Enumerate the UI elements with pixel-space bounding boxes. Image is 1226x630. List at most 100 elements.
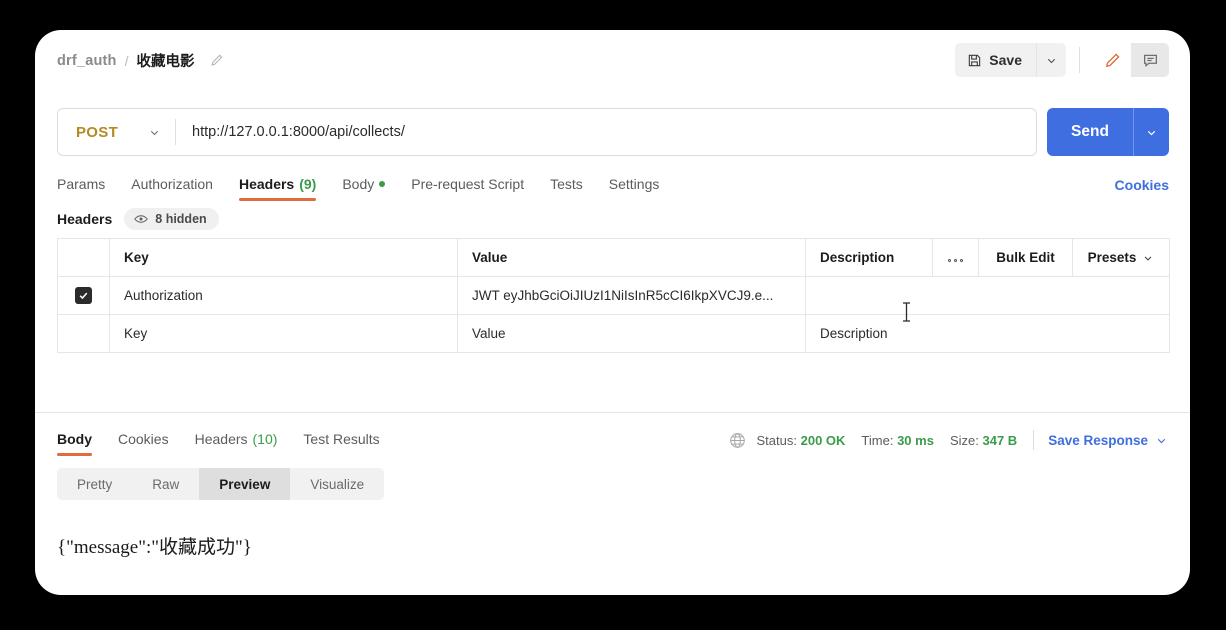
pencil-icon xyxy=(1104,52,1121,69)
view-mode-visualize[interactable]: Visualize xyxy=(290,468,384,500)
presets-cell: Presets xyxy=(1074,250,1169,265)
comment-button[interactable] xyxy=(1131,43,1169,77)
url-bar: POST xyxy=(57,108,1037,156)
tab-settings[interactable]: Settings xyxy=(609,170,660,201)
breadcrumb-request-name[interactable]: 收藏电影 xyxy=(137,50,195,71)
response-tab-headers-label: Headers xyxy=(194,430,248,447)
body-modified-dot-icon xyxy=(379,180,386,187)
method-label: POST xyxy=(76,123,119,141)
select-all-column xyxy=(57,238,110,277)
toolbar-divider xyxy=(1079,47,1080,73)
empty-row-description[interactable]: Description xyxy=(805,314,1170,353)
tab-pre-request-script[interactable]: Pre-request Script xyxy=(411,170,524,201)
hidden-headers-toggle[interactable]: 8 hidden xyxy=(124,208,219,230)
response-divider xyxy=(35,412,1190,413)
column-value: Value xyxy=(457,238,806,277)
tab-body[interactable]: Body xyxy=(342,170,386,201)
tab-body-label: Body xyxy=(342,175,375,192)
save-response-button[interactable]: Save Response xyxy=(1048,433,1168,448)
method-selector[interactable]: POST xyxy=(58,109,175,155)
size-label: Size: xyxy=(949,432,979,448)
response-tab-body-label: Body xyxy=(57,430,92,447)
save-button[interactable]: Save xyxy=(955,43,1036,77)
globe-icon xyxy=(729,432,746,449)
tab-headers-count: (9) xyxy=(299,175,317,192)
save-response-label: Save Response xyxy=(1048,432,1148,448)
empty-row-checkbox-cell[interactable] xyxy=(57,314,110,353)
response-tab-test-results[interactable]: Test Results xyxy=(303,425,379,456)
save-button-group: Save xyxy=(955,43,1066,77)
tab-pre-request-script-label: Pre-request Script xyxy=(411,175,525,192)
save-button-label: Save xyxy=(989,52,1022,68)
send-dropdown-button[interactable] xyxy=(1133,108,1169,156)
presets-button[interactable]: Presets xyxy=(1072,238,1170,277)
chevron-down-icon xyxy=(1045,54,1058,67)
comment-icon xyxy=(1142,52,1159,69)
status-value: 200 OK xyxy=(800,432,846,448)
response-tab-body[interactable]: Body xyxy=(57,425,92,456)
tab-authorization[interactable]: Authorization xyxy=(131,170,213,201)
bulk-edit-button[interactable]: Bulk Edit xyxy=(978,238,1073,277)
view-mode-preview[interactable]: Preview xyxy=(199,468,291,500)
headers-label: Headers xyxy=(57,211,113,227)
time-label: Time: xyxy=(861,432,894,448)
table-row: Authorization JWT eyJhbGciOiJIUzI1NiIsIn… xyxy=(57,276,1170,315)
size-value: 347 B xyxy=(982,432,1018,448)
tab-headers-label: Headers xyxy=(238,175,295,192)
presets-label: Presets xyxy=(1087,250,1137,265)
breadcrumb: drf_auth / 收藏电影 xyxy=(57,50,224,71)
headers-table: Key Value Description Bulk Edit Presets xyxy=(57,238,1170,353)
row-checkbox[interactable] xyxy=(75,287,92,304)
url-bar-row: POST Send xyxy=(57,108,1169,156)
chevron-down-icon xyxy=(148,126,161,139)
view-mode-raw[interactable]: Raw xyxy=(132,468,199,500)
size-info: Size: 347 B xyxy=(950,433,1017,448)
tab-settings-label: Settings xyxy=(608,175,660,192)
more-options-button[interactable] xyxy=(932,238,979,277)
breadcrumb-collection[interactable]: drf_auth xyxy=(57,53,117,69)
meta-divider xyxy=(1033,430,1035,450)
tab-params[interactable]: Params xyxy=(57,170,105,201)
response-body-text: {"message":"收藏成功"} xyxy=(57,537,252,558)
time-value: 30 ms xyxy=(897,432,934,448)
view-toggle-group xyxy=(1093,43,1169,77)
postman-window: drf_auth / 收藏电影 Save POST http://127.0.0… xyxy=(35,30,1190,595)
eye-icon xyxy=(134,213,149,225)
tab-headers[interactable]: Headers (9) xyxy=(238,170,317,201)
response-view-mode-group: Pretty Raw Preview Visualize xyxy=(57,468,385,500)
response-tab-headers-count: (10) xyxy=(252,430,278,447)
floppy-disk-icon xyxy=(967,53,982,68)
hidden-headers-label: 8 hidden xyxy=(155,212,207,226)
response-tab-cookies[interactable]: Cookies xyxy=(118,425,169,456)
time-info: Time: 30 ms xyxy=(861,433,934,448)
view-mode-pretty[interactable]: Pretty xyxy=(57,468,132,500)
pencil-icon[interactable] xyxy=(209,53,224,68)
request-tabs: Params Authorization Headers (9) Body Pr… xyxy=(57,168,1169,202)
tab-tests-label: Tests xyxy=(550,175,583,192)
more-options-icon xyxy=(947,258,964,262)
tab-tests[interactable]: Tests xyxy=(550,170,583,201)
status-label: Status: xyxy=(756,432,797,448)
empty-row-key[interactable]: Key xyxy=(109,314,458,353)
send-button[interactable]: Send xyxy=(1047,108,1133,156)
edit-mode-button[interactable] xyxy=(1093,43,1131,77)
chevron-down-icon xyxy=(1155,434,1168,447)
url-input[interactable] xyxy=(176,124,1036,140)
cookies-link[interactable]: Cookies xyxy=(1115,177,1169,193)
empty-row-value[interactable]: Value xyxy=(457,314,806,353)
row-key[interactable]: Authorization xyxy=(109,276,458,315)
column-description: Description xyxy=(805,238,933,277)
tab-params-label: Params xyxy=(57,175,106,192)
response-meta: Status: 200 OK Time: 30 ms Size: 347 B S… xyxy=(729,424,1168,456)
window-top-bar: drf_auth / 收藏电影 Save xyxy=(35,30,1190,92)
breadcrumb-separator: / xyxy=(124,52,129,69)
row-checkbox-cell xyxy=(57,276,110,315)
tab-authorization-label: Authorization xyxy=(131,175,213,192)
status-info: Status: 200 OK xyxy=(757,433,846,448)
row-value[interactable]: JWT eyJhbGciOiJIUzI1NiIsInR5cCI6IkpXVCJ9… xyxy=(457,276,806,315)
top-right-actions: Save xyxy=(955,43,1169,77)
column-key: Key xyxy=(109,238,458,277)
save-dropdown-button[interactable] xyxy=(1036,43,1066,77)
row-description[interactable] xyxy=(805,276,1170,315)
response-tab-headers[interactable]: Headers (10) xyxy=(195,425,278,456)
